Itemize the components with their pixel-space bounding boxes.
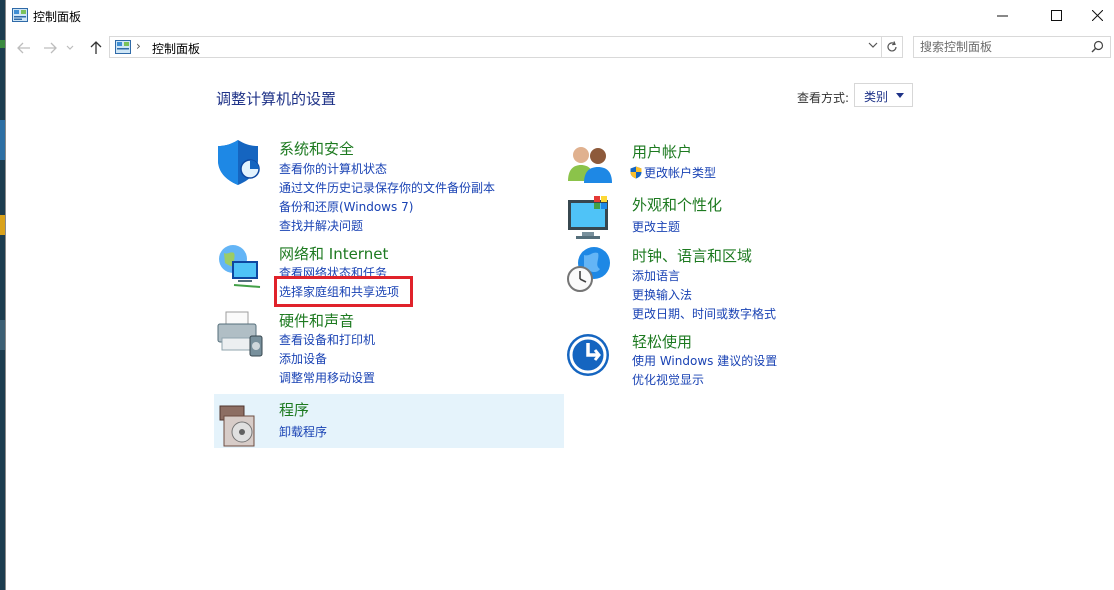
control-panel-breadcrumb-icon [115,40,131,54]
link-mobility-settings[interactable]: 调整常用移动设置 [279,369,375,386]
link-change-input-method[interactable]: 更换输入法 [632,286,692,303]
clock-globe-icon [567,247,610,292]
link-uninstall-program[interactable]: 卸载程序 [279,423,327,440]
window-title: 控制面板 [33,10,82,24]
category-title-clock-language-region[interactable]: 时钟、语言和区域 [632,245,752,266]
title-bar: 控制面板 [6,0,1114,32]
category-title-network-internet[interactable]: 网络和 Internet [279,243,388,264]
chevron-down-icon [868,42,878,48]
forward-button[interactable] [40,39,60,57]
link-change-theme[interactable]: 更改主题 [632,218,680,235]
recent-locations-button[interactable] [64,39,76,57]
search-icon[interactable] [1091,40,1104,53]
programs-icon [219,405,255,447]
breadcrumb-separator-icon[interactable]: › [136,39,141,53]
address-row: › 控制面板 [6,34,1114,62]
forward-arrow-icon [44,42,57,54]
back-button[interactable] [14,39,34,57]
link-view-computer-status[interactable]: 查看你的计算机状态 [279,160,387,177]
link-change-account-type[interactable]: 更改帐户类型 [630,164,716,181]
breadcrumb-control-panel[interactable]: 控制面板 [152,40,200,57]
refresh-button[interactable] [881,36,903,58]
category-user-accounts: 用户帐户 更改帐户类型 [566,141,896,185]
search-box[interactable] [913,36,1111,58]
up-button[interactable] [86,39,106,57]
link-recommended-settings[interactable]: 使用 Windows 建议的设置 [632,352,777,369]
category-programs[interactable]: 程序 卸载程序 [216,399,546,447]
ease-of-access-icon [567,334,609,376]
link-optimize-visual-display[interactable]: 优化视觉显示 [632,371,704,388]
category-title-appearance[interactable]: 外观和个性化 [632,194,722,215]
address-dropdown-button[interactable] [868,39,878,52]
control-panel-window: 控制面板 › 控制面板 搜索控制面板 调整计算机的设置 查看方式: 类别 系统和… [5,0,1114,590]
link-backup-restore-win7[interactable]: 备份和还原(Windows 7) [279,198,413,215]
link-change-account-type-label: 更改帐户类型 [644,166,717,180]
category-ease-of-access: 轻松使用 使用 Windows 建议的设置 优化视觉显示 [566,331,896,391]
category-title-hardware-sound[interactable]: 硬件和声音 [279,310,354,331]
category-title-programs[interactable]: 程序 [279,399,309,420]
link-file-history-backup[interactable]: 通过文件历史记录保存你的文件备份副本 [279,179,495,196]
refresh-icon [887,41,897,52]
address-box[interactable]: › 控制面板 [109,36,882,58]
uac-shield-icon [630,166,642,179]
link-add-language[interactable]: 添加语言 [632,267,680,284]
view-by-dropdown[interactable]: 类别 [854,83,913,107]
category-system-security: 系统和安全 查看你的计算机状态 通过文件历史记录保存你的文件备份副本 备份和还原… [216,138,546,238]
dropdown-arrow-icon [896,93,904,98]
category-title-system-security[interactable]: 系统和安全 [279,138,354,159]
printer-icon [217,311,263,357]
link-change-date-time-format[interactable]: 更改日期、时间或数字格式 [632,305,776,322]
users-icon [568,147,612,183]
close-icon [1091,9,1103,21]
category-hardware-sound: 硬件和声音 查看设备和打印机 添加设备 调整常用移动设置 [216,310,546,390]
chevron-down-icon [66,45,74,50]
view-by-label: 查看方式: [797,91,850,105]
view-by-value: 类别 [864,90,889,104]
monitor-icon [568,196,608,239]
maximize-button[interactable] [1033,0,1079,30]
shield-icon [218,140,260,185]
network-icon [219,245,261,288]
category-title-ease-of-access[interactable]: 轻松使用 [632,331,692,352]
back-arrow-icon [17,42,30,54]
category-clock-language-region: 时钟、语言和区域 添加语言 更换输入法 更改日期、时间或数字格式 [566,245,896,325]
maximize-icon [1050,9,1062,21]
category-title-user-accounts[interactable]: 用户帐户 [632,141,692,162]
category-appearance: 外观和个性化 更改主题 [566,194,896,239]
close-button[interactable] [1074,0,1114,30]
control-panel-app-icon [12,8,28,22]
minimize-button[interactable] [979,0,1025,30]
highlight-annotation-box [274,276,413,307]
link-devices-printers[interactable]: 查看设备和打印机 [279,331,375,348]
link-add-device[interactable]: 添加设备 [279,350,327,367]
page-heading: 调整计算机的设置 [216,90,337,108]
link-troubleshoot[interactable]: 查找并解决问题 [279,217,363,234]
minimize-icon [996,15,1008,16]
up-arrow-icon [90,41,102,54]
search-input[interactable] [920,39,1080,55]
